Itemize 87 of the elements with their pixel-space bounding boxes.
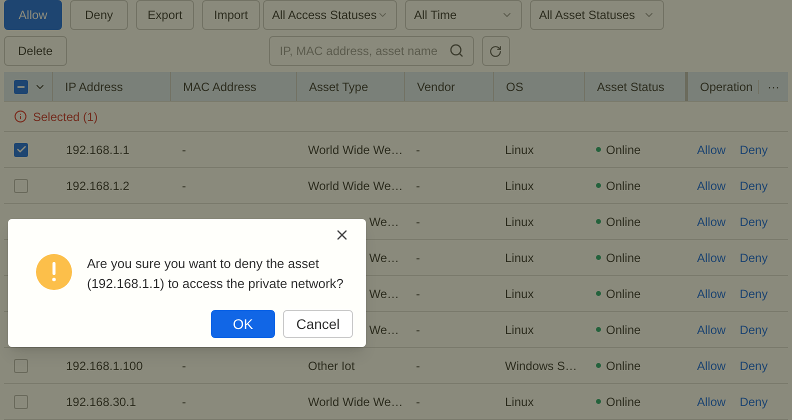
action-link[interactable]: Deny — [740, 212, 768, 230]
table-cell: - — [416, 214, 420, 228]
column-header: MAC Address — [183, 78, 256, 96]
toolbar-button[interactable]: Export — [136, 0, 194, 30]
table-cell: - — [416, 142, 420, 156]
table-cell: Linux — [505, 286, 534, 300]
table-cell: We… — [369, 250, 399, 264]
row-checkbox[interactable] — [14, 394, 28, 408]
filter-dropdown[interactable]: All Time — [405, 0, 522, 30]
action-link[interactable]: Allow — [697, 248, 726, 266]
column-header: Asset Type — [309, 78, 368, 96]
column-header: Operation — [700, 78, 753, 96]
action-link[interactable]: Deny — [740, 392, 768, 410]
table-cell: World Wide We… — [308, 178, 403, 192]
table-cell: Linux — [505, 322, 534, 336]
table-cell: Linux — [505, 178, 534, 192]
action-link[interactable]: Allow — [697, 356, 726, 374]
column-header: IP Address — [65, 78, 123, 96]
action-link[interactable]: Allow — [697, 392, 726, 410]
table-cell: - — [416, 178, 420, 192]
delete-button[interactable]: Delete — [4, 36, 67, 66]
more-columns-button[interactable]: ··· — [768, 78, 780, 96]
action-link[interactable]: Deny — [740, 140, 768, 158]
status-text: Online — [606, 322, 641, 338]
filter-dropdown[interactable]: All Asset Statuses — [530, 0, 664, 30]
status-text: Online — [606, 250, 641, 266]
table-cell: - — [416, 358, 420, 372]
action-link[interactable]: Deny — [740, 248, 768, 266]
header-checkbox[interactable] — [14, 80, 28, 94]
table-cell: 192.168.1.2 — [66, 178, 130, 192]
table-cell: We… — [369, 286, 399, 300]
status-text: Online — [606, 394, 641, 410]
action-link[interactable]: Deny — [740, 284, 768, 302]
table-cell: - — [416, 322, 420, 336]
filter-dropdown[interactable]: All Access Statuses — [263, 0, 397, 30]
status-text: Online — [606, 178, 641, 194]
table-cell: Linux — [505, 250, 534, 264]
table-cell: 192.168.1.1 — [66, 142, 130, 156]
table-cell: Other Iot — [308, 358, 355, 372]
action-link[interactable]: Deny — [740, 320, 768, 338]
warning-icon — [36, 254, 72, 290]
column-header: Asset Status — [597, 78, 664, 96]
table-cell: - — [182, 178, 186, 192]
table-cell: Linux — [505, 394, 534, 408]
table-cell: We… — [369, 214, 399, 228]
search-icon[interactable] — [448, 43, 464, 58]
action-link[interactable]: Allow — [697, 140, 726, 158]
dialog-button[interactable]: OK — [211, 310, 275, 338]
status-text: Online — [606, 286, 641, 302]
row-checkbox[interactable] — [14, 142, 28, 156]
action-link[interactable]: Deny — [740, 176, 768, 194]
action-link[interactable]: Allow — [697, 320, 726, 338]
toolbar-button[interactable]: Allow — [4, 0, 62, 30]
info-icon — [14, 110, 27, 123]
toolbar-button[interactable]: Deny — [70, 0, 128, 30]
table-cell: Linux — [505, 214, 534, 228]
action-link[interactable]: Allow — [697, 212, 726, 230]
table-cell: 192.168.1.100 — [66, 358, 143, 372]
table-cell: We… — [369, 322, 399, 336]
action-link[interactable]: Deny — [740, 356, 768, 374]
table-cell: Windows S… — [505, 358, 578, 372]
dialog-button[interactable]: Cancel — [283, 310, 353, 338]
selection-notice: Selected (1) — [33, 108, 98, 126]
check-icon — [16, 144, 26, 155]
status-text: Online — [606, 214, 641, 230]
dialog-message: Are you sure you want to deny the asset (192.168.1.1) to access the private network? — [87, 255, 345, 293]
table-cell: - — [182, 142, 186, 156]
refresh-icon — [489, 44, 502, 58]
status-text: Online — [606, 142, 641, 158]
table-cell: - — [416, 250, 420, 264]
table-cell: Linux — [505, 142, 534, 156]
column-header: Vendor — [417, 78, 456, 96]
refresh-button[interactable] — [482, 36, 510, 66]
table-cell: World Wide We… — [308, 394, 403, 408]
toolbar-button[interactable]: Import — [202, 0, 260, 30]
row-checkbox[interactable] — [14, 178, 28, 192]
table-cell: - — [182, 394, 186, 408]
table-cell: World Wide We… — [308, 142, 403, 156]
table-cell: 192.168.30.1 — [66, 394, 136, 408]
action-link[interactable]: Allow — [697, 284, 726, 302]
column-header: OS — [506, 78, 524, 96]
status-text: Online — [606, 358, 641, 374]
table-cell: - — [182, 358, 186, 372]
table-cell: - — [416, 286, 420, 300]
action-link[interactable]: Allow — [697, 176, 726, 194]
row-checkbox[interactable] — [14, 358, 28, 372]
table-cell: - — [416, 394, 420, 408]
